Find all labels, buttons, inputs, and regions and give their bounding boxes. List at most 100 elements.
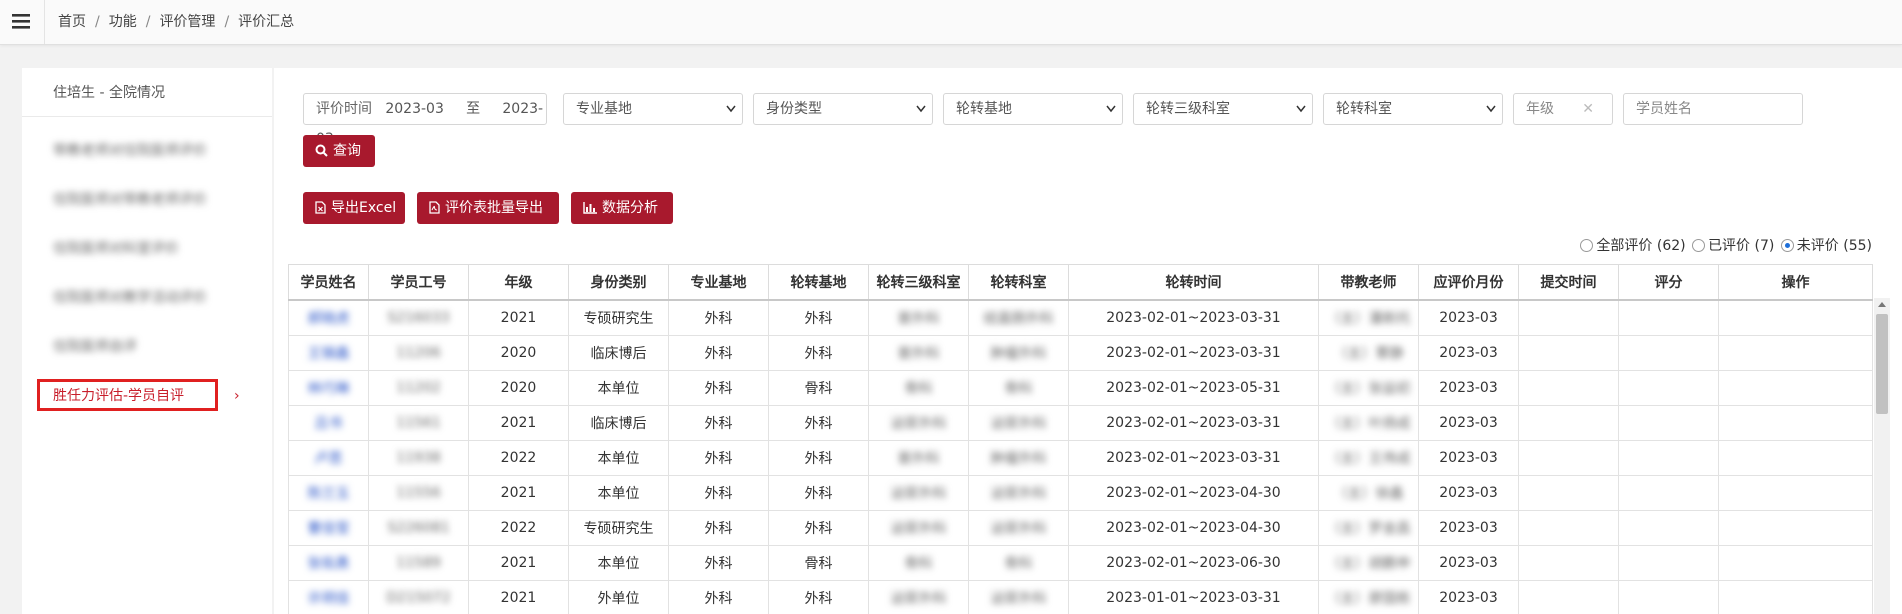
specialty-base-select[interactable]: 专业基地 — [563, 93, 743, 125]
data-analysis-button[interactable]: 数据分析 — [571, 192, 673, 224]
highlight-box — [37, 379, 218, 411]
cell-rotation-department: 泌尿外科 — [968, 405, 1069, 441]
cell-student-name[interactable]: 卢思 — [288, 440, 369, 476]
cell-student-id: D215072 — [368, 580, 469, 614]
clear-icon[interactable]: ✕ — [1582, 94, 1594, 124]
menu-toggle-button[interactable] — [0, 0, 45, 44]
cell-student-name[interactable]: 吕书 — [288, 405, 369, 441]
cell-actions — [1718, 510, 1873, 546]
cell-identity-category: 本单位 — [568, 545, 669, 581]
cell-rotation-department: 泌尿外科 — [968, 580, 1069, 614]
chevron-down-icon — [1486, 105, 1496, 113]
cell-grade: 2021 — [468, 405, 569, 441]
student-name-input[interactable]: 学员姓名 — [1623, 93, 1803, 125]
cell-score — [1618, 405, 1719, 441]
cell-student-name[interactable]: 王锦鑫 — [288, 335, 369, 371]
cell-score — [1618, 580, 1719, 614]
evaluation-date-range[interactable]: 评价时间 2023-03 至 2023-03 — [303, 93, 547, 147]
cell-student-name[interactable]: 许玥佳 — [288, 580, 369, 614]
cell-student-name[interactable]: 郝晓虎 — [288, 299, 369, 336]
cell-student-id: S216033 — [368, 299, 469, 336]
level3-department-select[interactable]: 轮转三级科室 — [1133, 93, 1313, 125]
sidebar-item-resident-evaluates-teaching[interactable]: 住院医师对教学活动评价 — [22, 283, 272, 313]
cell-score — [1618, 545, 1719, 581]
cell-grade: 2020 — [468, 335, 569, 371]
cell-grade: 2021 — [468, 299, 569, 336]
table-row[interactable]: 陈兰玉 11556 2021 本单位 外科 外科 泌尿外科 泌尿外科 2023-02-01~20… — [288, 475, 1873, 511]
cell-evaluation-month: 2023-03 — [1418, 440, 1519, 476]
cell-level3-department: 骨科 — [868, 370, 969, 406]
column-header-rotation-department: 轮转科室 — [968, 264, 1069, 301]
cell-level3-department: 泌尿外科 — [868, 580, 969, 614]
column-header-grade: 年级 — [468, 264, 569, 301]
cell-identity-category: 本单位 — [568, 475, 669, 511]
cell-rotation-base: 骨科 — [768, 370, 869, 406]
sidebar-item-competency-self-assessment[interactable]: 胜任力评估-学员自评 › — [22, 379, 272, 411]
cell-student-name[interactable]: 陈兰玉 — [288, 475, 369, 511]
breadcrumb-home[interactable]: 首页 — [58, 14, 86, 30]
sidebar-item-resident-evaluates-department[interactable]: 住院医师对科室评价 — [22, 234, 272, 264]
vertical-scrollbar[interactable] — [1874, 298, 1890, 614]
column-header-teacher: 带教老师 — [1318, 264, 1419, 301]
sidebar-header: 住培生 - 全院情况 — [22, 68, 272, 117]
cell-rotation-period: 2023-02-01~2023-05-31 — [1068, 370, 1319, 406]
table-row[interactable]: 许玥佳 D215072 2021 外单位 外科 外科 泌尿外科 泌尿外科 2023-01-01~… — [288, 580, 1873, 614]
column-header-student-name: 学员姓名 — [288, 264, 369, 301]
cell-actions — [1718, 545, 1873, 581]
file-pdf-icon — [429, 201, 440, 214]
top-bar: 首页 / 功能 / 评价管理 / 评价汇总 — [0, 0, 1902, 45]
table-row[interactable]: 吕书 11561 2021 临床博后 外科 外科 泌尿外科 泌尿外科 2023-02-01~20… — [288, 405, 1873, 441]
date-from[interactable]: 2023-03 — [385, 101, 444, 117]
rotation-department-select[interactable]: 轮转科室 — [1323, 93, 1503, 125]
table-row[interactable]: 卢思 11938 2022 本单位 外科 外科 普外科 肿瘤外科 2023-02-01~2023… — [288, 440, 1873, 476]
cell-student-name[interactable]: 林巧琳 — [288, 370, 369, 406]
grade-select[interactable]: 年级 ✕ — [1513, 93, 1613, 125]
table-row[interactable]: 王锦鑫 11206 2020 临床博后 外科 外科 普外科 肿瘤外科 2023-02-01~20… — [288, 335, 1873, 371]
cell-identity-category: 本单位 — [568, 370, 669, 406]
cell-student-name[interactable]: 曹佳莹 — [288, 510, 369, 546]
scroll-up-arrow-icon[interactable] — [1878, 302, 1886, 307]
table-row[interactable]: 郝晓虎 S216033 2021 专硕研究生 外科 外科 普外科 结直肠外科 2023-02-0… — [288, 299, 1873, 336]
cell-identity-category: 临床博后 — [568, 405, 669, 441]
cell-level3-department: 普外科 — [868, 299, 969, 336]
radio-not-evaluated[interactable]: 未评价 (55) — [1780, 235, 1872, 255]
query-button[interactable]: 查询 — [303, 135, 375, 167]
cell-evaluation-month: 2023-03 — [1418, 580, 1519, 614]
cell-rotation-period: 2023-02-01~2023-03-31 — [1068, 440, 1319, 476]
cell-rotation-period: 2023-02-01~2023-03-31 — [1068, 405, 1319, 441]
cell-rotation-period: 2023-02-01~2023-04-30 — [1068, 475, 1319, 511]
sidebar-item-resident-evaluates-teacher[interactable]: 住院医师对带教老师评价 — [22, 185, 272, 215]
cell-score — [1618, 335, 1719, 371]
column-header-rotation-base: 轮转基地 — [768, 264, 869, 301]
cell-submit-time — [1518, 580, 1619, 614]
cell-submit-time — [1518, 370, 1619, 406]
cell-actions — [1718, 440, 1873, 476]
rotation-base-select[interactable]: 轮转基地 — [943, 93, 1123, 125]
breadcrumb-function[interactable]: 功能 — [109, 14, 137, 30]
export-excel-button[interactable]: 导出Excel — [303, 192, 405, 224]
cell-score — [1618, 370, 1719, 406]
table-row[interactable]: 曹佳莹 S226081 2022 专硕研究生 外科 外科 泌尿外科 泌尿外科 2023-02-0… — [288, 510, 1873, 546]
cell-grade: 2021 — [468, 475, 569, 511]
table-row[interactable]: 林巧琳 11202 2020 本单位 外科 骨科 骨科 骨科 2023-02-01~2023-0… — [288, 370, 1873, 406]
radio-all-evaluations[interactable]: 全部评价 (62) — [1580, 235, 1686, 255]
sidebar-item-resident-self-evaluation[interactable]: 住院医师自评 — [22, 332, 272, 362]
scroll-thumb[interactable] — [1876, 314, 1888, 414]
batch-export-button[interactable]: 评价表批量导出 — [417, 192, 559, 224]
cell-teacher: （主）覃静 — [1318, 335, 1419, 371]
identity-type-select[interactable]: 身份类型 — [753, 93, 933, 125]
cell-evaluation-month: 2023-03 — [1418, 370, 1519, 406]
cell-student-id: 11556 — [368, 475, 469, 511]
breadcrumb-evaluation-management[interactable]: 评价管理 — [159, 14, 215, 30]
cell-student-id: 11938 — [368, 440, 469, 476]
sidebar-item-teacher-evaluates-resident[interactable]: 带教老师对住院医师评价 — [22, 136, 272, 166]
cell-actions — [1718, 299, 1873, 336]
cell-score — [1618, 475, 1719, 511]
cell-evaluation-month: 2023-03 — [1418, 545, 1519, 581]
table-row[interactable]: 张佑勇 11589 2021 本单位 外科 骨科 骨科 骨科 2023-02-01~2023-0… — [288, 545, 1873, 581]
cell-level3-department: 骨科 — [868, 545, 969, 581]
cell-rotation-department: 肿瘤外科 — [968, 335, 1069, 371]
cell-grade: 2021 — [468, 580, 569, 614]
cell-student-name[interactable]: 张佑勇 — [288, 545, 369, 581]
radio-evaluated[interactable]: 已评价 (7) — [1692, 235, 1774, 255]
